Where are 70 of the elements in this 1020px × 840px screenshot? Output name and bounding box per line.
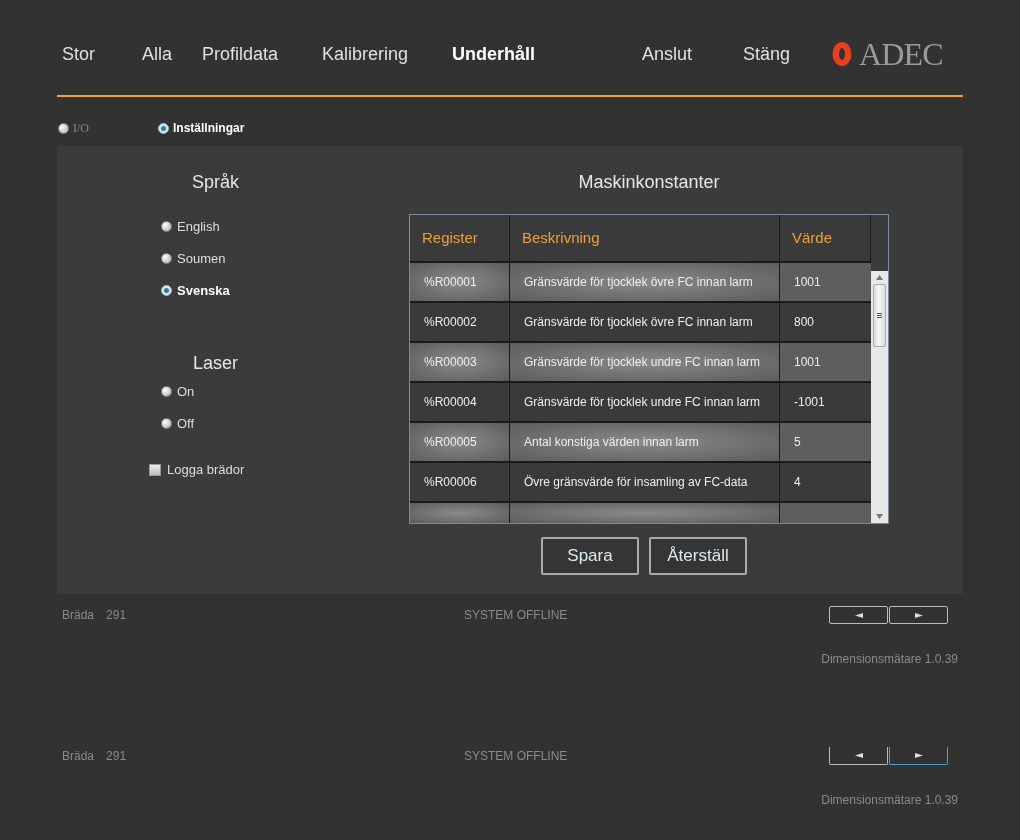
table-cell: 4 [780,463,871,501]
table-cell: %R00001 [410,263,510,301]
board-count: 291 [106,607,127,624]
table-title: Maskinkonstanter [578,171,720,194]
left-arrow-icon [854,753,863,758]
radio-label: Svenska [177,281,230,300]
scrollbar[interactable] [871,271,888,523]
table-cell: 1001 [780,263,871,301]
table-cell: 1001 [780,343,871,381]
scroll-down-icon[interactable] [876,514,883,519]
radio-button[interactable] [161,418,172,429]
nav-tab[interactable]: Underhåll [452,43,535,64]
radio-button[interactable] [161,285,172,296]
logo-text: ADEC [859,38,943,70]
radio-button[interactable] [58,122,69,134]
nav-tab[interactable]: Kalibrering [322,43,409,64]
checkbox-label: Logga brädor [167,461,245,479]
checkbox[interactable] [149,463,161,476]
next-button[interactable] [889,747,948,765]
version-label: Dimensionsmätare 1.0.39 [821,651,958,668]
nav-link[interactable]: Anslut [642,43,693,64]
scroll-up-icon[interactable] [876,275,883,280]
table-cell: Övre gränsvärde för insamling av FC-data [510,463,780,501]
table-cell: Gränsvärde för tjocklek undre FC innan larm [510,343,780,381]
radio-label: On [177,382,195,401]
scroll-thumb[interactable] [873,284,886,347]
table-cell: Gränsvärde för tjocklek undre FC innan larm [510,383,780,421]
system-status: SYSTEM OFFLINE [464,607,569,624]
section-title: Laser [193,352,238,375]
subtab[interactable]: Inställningar [173,119,245,137]
right-arrow-icon [914,753,923,758]
table-cell: Gränsvärde för tjocklek övre FC innan larm [510,263,780,301]
radio-label: English [177,217,220,236]
radio-button[interactable] [161,386,172,397]
nav-tab[interactable]: Profildata [202,43,279,64]
board-count: 291 [106,748,127,765]
table-cell: Antal konstiga värden innan larm [510,423,780,461]
save-button[interactable]: Spara [541,537,639,575]
radio-button[interactable] [161,221,172,232]
section-title: Språk [192,171,239,194]
board-label: Bräda [62,607,95,624]
logo-icon [831,40,853,68]
radio-button[interactable] [158,122,169,134]
column-header[interactable]: Register [410,215,510,261]
system-status: SYSTEM OFFLINE [464,748,569,765]
table-cell: %R00006 [410,463,510,501]
table-cell: Gränsvärde för tjocklek övre FC innan larm [510,303,780,341]
radio-label: Off [177,414,195,433]
table-cell: %R00003 [410,343,510,381]
subtab[interactable]: I/O [73,119,89,137]
right-arrow-icon [914,612,923,618]
nav-link[interactable]: Stäng [743,43,791,64]
board-label: Bräda [62,748,95,765]
reset-button[interactable]: Återställ [649,537,747,575]
table-cell: %R00004 [410,383,510,421]
nav-tab[interactable]: Alla [142,43,172,64]
radio-button[interactable] [161,253,172,264]
version-label: Dimensionsmätare 1.0.39 [821,792,958,809]
table-cell: -1001 [780,383,871,421]
previous-button[interactable] [829,606,888,624]
left-arrow-icon [854,612,863,618]
table-cell: 800 [780,303,871,341]
previous-button[interactable] [829,747,888,765]
table-cell: %R00005 [410,423,510,461]
table-cell: 5 [780,423,871,461]
radio-label: Soumen [177,249,226,268]
next-button[interactable] [889,606,948,624]
column-header[interactable]: Beskrivning [510,215,780,261]
table-cell: %R00002 [410,303,510,341]
nav-tab[interactable]: Stor [62,43,95,64]
